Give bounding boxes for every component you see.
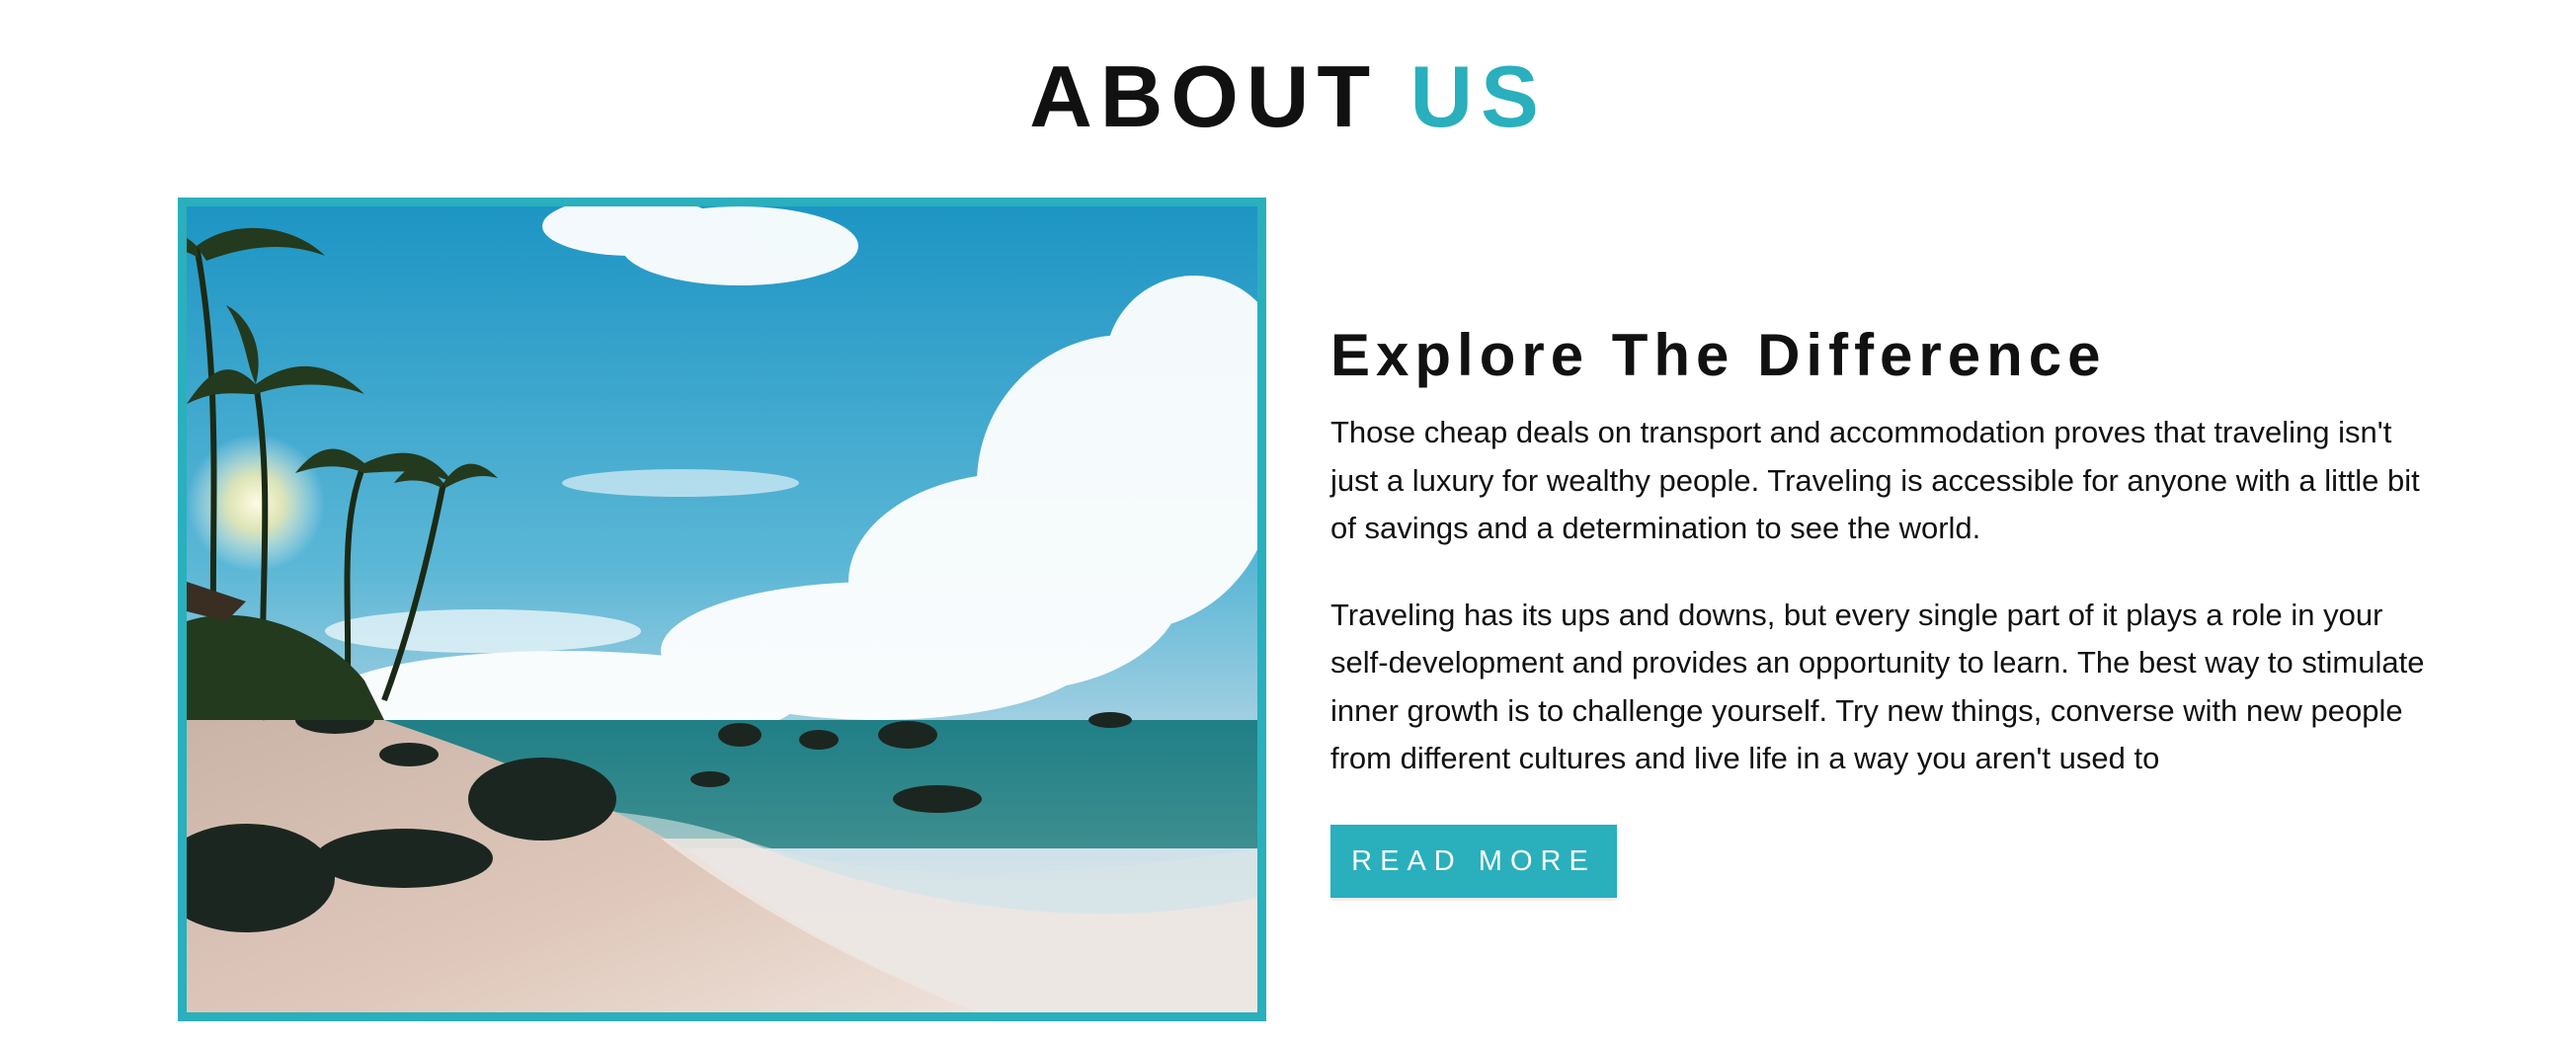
about-content: Explore The Difference Those cheap deals… (1330, 316, 2427, 898)
content-paragraph-1: Those cheap deals on transport and accom… (1330, 415, 2420, 545)
content-paragraph-2: Traveling has its ups and downs, but eve… (1330, 597, 2425, 776)
about-photo (178, 198, 1266, 1021)
section-title-accent: US (1409, 47, 1547, 145)
section-title: ABOUT US (0, 47, 2576, 146)
content-heading: Explore The Difference (1330, 322, 2107, 388)
beach-photo-illustration (187, 206, 1257, 1012)
section-title-main: ABOUT (1029, 47, 1379, 145)
read-more-button[interactable]: READ MORE (1330, 824, 1617, 898)
